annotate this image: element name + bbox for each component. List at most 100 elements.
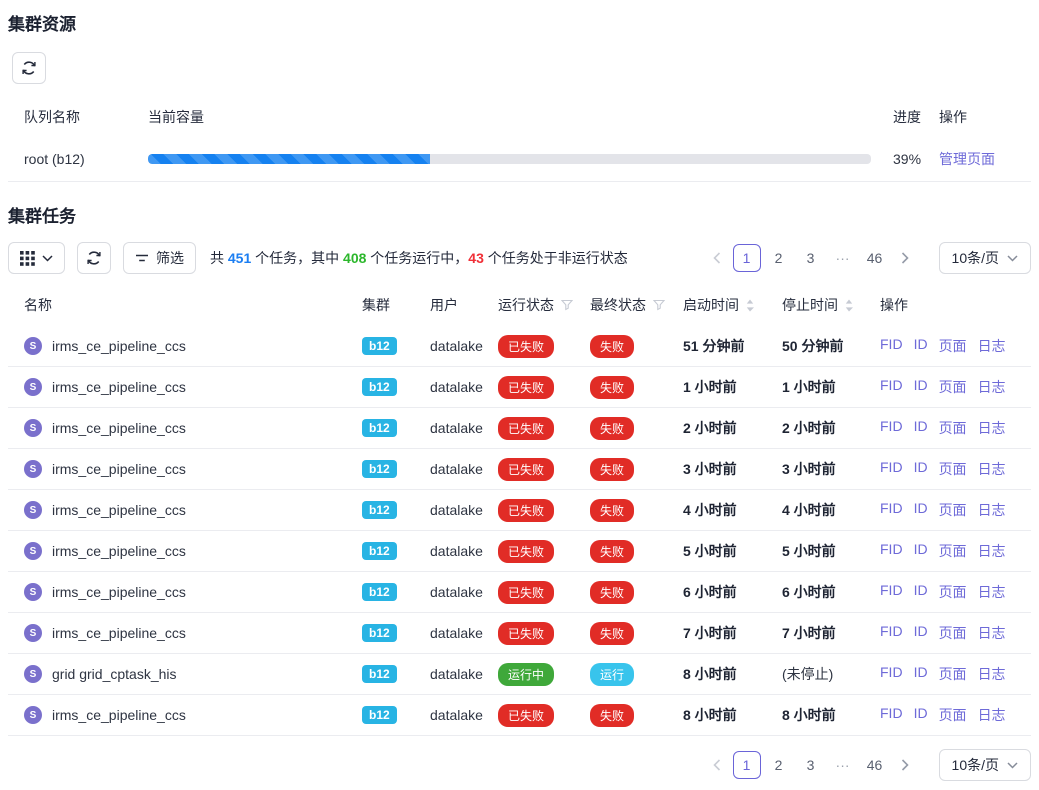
final-status-badge: 失败 — [590, 335, 634, 358]
task-avatar: S — [24, 583, 42, 601]
action-link-fid[interactable]: FID — [880, 377, 903, 397]
action-link-id[interactable]: ID — [914, 623, 928, 643]
action-link-页面[interactable]: 页面 — [939, 582, 967, 602]
col-progress: 进度 — [893, 107, 939, 127]
action-link-日志[interactable]: 日志 — [978, 705, 1006, 725]
stats-label: 个任务运行中， — [366, 250, 468, 266]
cluster-cell: b12 — [362, 460, 430, 478]
action-link-id[interactable]: ID — [914, 418, 928, 438]
action-link-id[interactable]: ID — [914, 500, 928, 520]
action-link-日志[interactable]: 日志 — [978, 582, 1006, 602]
page-button-46[interactable]: 46 — [861, 751, 889, 779]
page-button-3[interactable]: 3 — [797, 751, 825, 779]
start-time-cell: 6 小时前 — [683, 582, 782, 602]
start-time: 7 小时前 — [683, 625, 737, 641]
action-link-页面[interactable]: 页面 — [939, 418, 967, 438]
action-link-fid[interactable]: FID — [880, 664, 903, 684]
action-link-日志[interactable]: 日志 — [978, 623, 1006, 643]
action-link-日志[interactable]: 日志 — [978, 336, 1006, 356]
run-status-cell: 已失败 — [498, 540, 590, 563]
chevron-down-icon — [42, 255, 53, 262]
resources-refresh-button[interactable] — [12, 52, 46, 84]
action-link-页面[interactable]: 页面 — [939, 459, 967, 479]
task-avatar: S — [24, 378, 42, 396]
action-link-页面[interactable]: 页面 — [939, 705, 967, 725]
page-button-2[interactable]: 2 — [765, 751, 793, 779]
action-link-id[interactable]: ID — [914, 582, 928, 602]
action-link-日志[interactable]: 日志 — [978, 377, 1006, 397]
user-cell: datalake — [430, 379, 498, 395]
chevron-right-icon[interactable] — [893, 244, 917, 272]
action-link-fid[interactable]: FID — [880, 459, 903, 479]
row-actions: FID ID 页面日志 — [880, 418, 1015, 438]
page-button-3[interactable]: 3 — [797, 244, 825, 272]
funnel-filter-icon[interactable] — [561, 299, 573, 311]
final-status-cell: 失败 — [590, 458, 683, 481]
chevron-right-icon[interactable] — [893, 751, 917, 779]
action-link-页面[interactable]: 页面 — [939, 500, 967, 520]
filter-button-label: 筛选 — [156, 248, 184, 268]
run-status-cell: 已失败 — [498, 335, 590, 358]
action-link-id[interactable]: ID — [914, 459, 928, 479]
action-link-fid[interactable]: FID — [880, 582, 903, 602]
start-time: 3 小时前 — [683, 461, 737, 477]
action-link-id[interactable]: ID — [914, 541, 928, 561]
action-link-日志[interactable]: 日志 — [978, 459, 1006, 479]
sort-icon[interactable] — [746, 299, 754, 312]
final-status-badge: 失败 — [590, 581, 634, 604]
action-link-id[interactable]: ID — [914, 705, 928, 725]
filter-button[interactable]: 筛选 — [123, 242, 196, 274]
page-button-1[interactable]: 1 — [733, 244, 761, 272]
page-button-2[interactable]: 2 — [765, 244, 793, 272]
table-row: Sirms_ce_pipeline_ccsb12datalake已失败失败1 小… — [8, 367, 1031, 408]
action-link-id[interactable]: ID — [914, 336, 928, 356]
refresh-icon — [21, 60, 37, 76]
page-button-46[interactable]: 46 — [861, 244, 889, 272]
chevron-left-icon[interactable] — [705, 244, 729, 272]
final-status-cell: 失败 — [590, 704, 683, 727]
stop-time: 1 小时前 — [782, 379, 836, 395]
page-size-select[interactable]: 10条/页 — [939, 242, 1031, 274]
stop-time-cell: 1 小时前 — [782, 377, 880, 397]
action-link-页面[interactable]: 页面 — [939, 623, 967, 643]
sort-icon[interactable] — [845, 299, 853, 312]
final-status-cell: 失败 — [590, 335, 683, 358]
action-link-fid[interactable]: FID — [880, 541, 903, 561]
action-link-fid[interactable]: FID — [880, 500, 903, 520]
task-name: irms_ce_pipeline_ccs — [52, 543, 186, 559]
action-link-日志[interactable]: 日志 — [978, 664, 1006, 684]
action-link-fid[interactable]: FID — [880, 336, 903, 356]
action-link-fid[interactable]: FID — [880, 705, 903, 725]
table-row: Sirms_ce_pipeline_ccsb12datalake已失败失败3 小… — [8, 449, 1031, 490]
run-status-badge: 运行中 — [498, 663, 554, 686]
funnel-filter-icon[interactable] — [653, 299, 665, 311]
user-cell: datalake — [430, 707, 498, 723]
action-link-日志[interactable]: 日志 — [978, 418, 1006, 438]
user-cell: datalake — [430, 502, 498, 518]
action-link-页面[interactable]: 页面 — [939, 664, 967, 684]
action-link-页面[interactable]: 页面 — [939, 336, 967, 356]
manage-page-link[interactable]: 管理页面 — [939, 151, 995, 167]
action-link-fid[interactable]: FID — [880, 418, 903, 438]
filter-icon — [135, 252, 149, 264]
action-link-日志[interactable]: 日志 — [978, 500, 1006, 520]
task-name: irms_ce_pipeline_ccs — [52, 584, 186, 600]
stop-time: 50 分钟前 — [782, 338, 843, 354]
action-link-页面[interactable]: 页面 — [939, 541, 967, 561]
action-link-id[interactable]: ID — [914, 377, 928, 397]
action-link-id[interactable]: ID — [914, 664, 928, 684]
action-link-日志[interactable]: 日志 — [978, 541, 1006, 561]
page-size-select[interactable]: 10条/页 — [939, 749, 1031, 781]
columns-dropdown-button[interactable] — [8, 242, 65, 274]
chevron-left-icon[interactable] — [705, 751, 729, 779]
start-time-cell: 3 小时前 — [683, 459, 782, 479]
action-link-fid[interactable]: FID — [880, 623, 903, 643]
tasks-refresh-button[interactable] — [77, 242, 111, 274]
final-status-cell: 失败 — [590, 376, 683, 399]
action-link-页面[interactable]: 页面 — [939, 377, 967, 397]
cluster-badge: b12 — [362, 378, 397, 396]
stats-label: 共 — [210, 250, 228, 266]
stop-time: 8 小时前 — [782, 707, 836, 723]
page-button-1[interactable]: 1 — [733, 751, 761, 779]
stats-count: 451 — [228, 250, 251, 266]
